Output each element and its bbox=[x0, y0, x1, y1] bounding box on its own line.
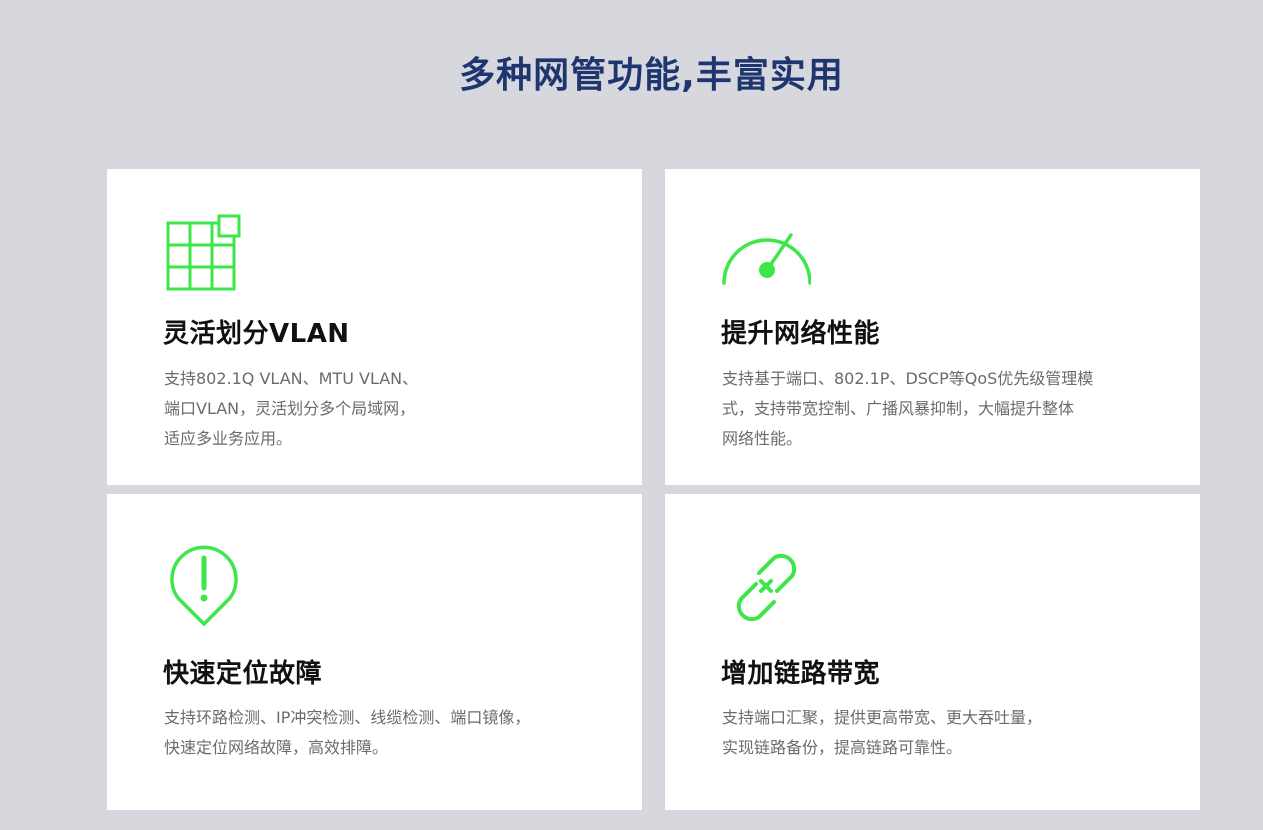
card-description-line: 支持基于端口、802.1P、DSCP等QoS优先级管理模 bbox=[722, 369, 1094, 388]
card-title: 提升网络性能 bbox=[721, 319, 881, 349]
card-description-line: 快速定位网络故障，高效排障。 bbox=[164, 738, 389, 757]
card-description-line: 实现链路备份，提高链路可靠性。 bbox=[722, 738, 963, 757]
card-description: 支持基于端口、802.1P、DSCP等QoS优先级管理模 式，支持带宽控制、广播… bbox=[722, 364, 1142, 454]
card-title: 增加链路带宽 bbox=[721, 659, 881, 689]
card-description: 支持端口汇聚，提供更高带宽、更大吞吐量， 实现链路备份，提高链路可靠性。 bbox=[722, 703, 1142, 763]
feature-card-fault-locate: 快速定位故障 支持环路检测、IP冲突检测、线缆检测、端口镜像， 快速定位网络故障… bbox=[107, 494, 642, 810]
card-title: 灵活划分VLAN bbox=[163, 319, 350, 349]
card-description-line: 支持端口汇聚，提供更高带宽、更大吞吐量， bbox=[722, 708, 1043, 727]
section-title: 多种网管功能,丰富实用 bbox=[459, 55, 844, 96]
card-description: 支持802.1Q VLAN、MTU VLAN、 端口VLAN，灵活划分多个局域网… bbox=[164, 364, 584, 454]
card-description-line: 网络性能。 bbox=[722, 429, 803, 448]
feature-card-performance: 提升网络性能 支持基于端口、802.1P、DSCP等QoS优先级管理模 式，支持… bbox=[665, 169, 1200, 485]
feature-card-link-aggregation: 增加链路带宽 支持端口汇聚，提供更高带宽、更大吞吐量， 实现链路备份，提高链路可… bbox=[665, 494, 1200, 810]
card-description-line: 适应多业务应用。 bbox=[164, 429, 293, 448]
card-description: 支持环路检测、IP冲突检测、线缆检测、端口镜像， 快速定位网络故障，高效排障。 bbox=[164, 703, 584, 763]
broken-link-icon bbox=[721, 542, 811, 632]
grid-icon bbox=[163, 213, 253, 303]
alert-pin-icon bbox=[163, 542, 253, 632]
card-description-line: 支持环路检测、IP冲突检测、线缆检测、端口镜像， bbox=[164, 708, 531, 727]
card-title: 快速定位故障 bbox=[163, 659, 323, 689]
card-description-line: 支持802.1Q VLAN、MTU VLAN、 bbox=[164, 369, 419, 388]
feature-card-vlan: 灵活划分VLAN 支持802.1Q VLAN、MTU VLAN、 端口VLAN，… bbox=[107, 169, 642, 485]
card-description-line: 端口VLAN，灵活划分多个局域网， bbox=[164, 399, 416, 418]
card-description-line: 式，支持带宽控制、广播风暴抑制，大幅提升整体 bbox=[722, 399, 1075, 418]
speedometer-icon bbox=[721, 213, 811, 303]
